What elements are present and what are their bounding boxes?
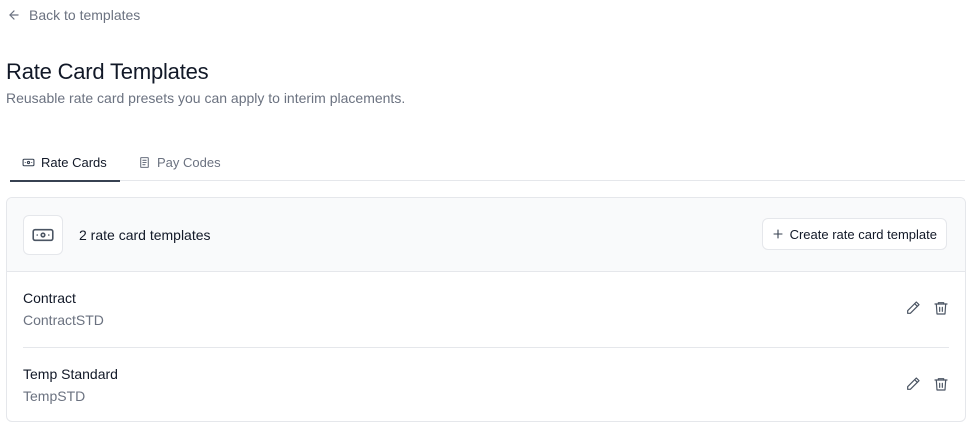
template-row-contract: Contract ContractSTD xyxy=(23,272,949,347)
create-button-label: Create rate card template xyxy=(789,226,937,242)
row-actions xyxy=(905,376,949,392)
pencil-icon xyxy=(907,377,920,390)
row-actions xyxy=(905,300,949,316)
pencil-icon xyxy=(907,301,920,314)
template-code: ContractSTD xyxy=(23,312,104,328)
tab-label: Rate Cards xyxy=(41,154,107,170)
tab-rate-cards[interactable]: Rate Cards xyxy=(10,143,120,182)
trash-icon xyxy=(934,378,948,391)
edit-template-button[interactable] xyxy=(905,376,921,392)
template-code: TempSTD xyxy=(23,388,86,404)
panel-header: 2 rate card templates Create rate card t… xyxy=(7,198,965,272)
receipt-icon xyxy=(140,156,149,168)
tab-pay-codes[interactable]: Pay Codes xyxy=(126,143,233,181)
template-name: Temp Standard xyxy=(23,366,118,382)
back-link-label: Back to templates xyxy=(29,7,141,23)
template-row-temp-standard: Temp Standard TempSTD xyxy=(23,347,949,421)
page-title: Rate Card Templates xyxy=(6,59,209,84)
plus-icon xyxy=(773,229,783,239)
delete-template-button[interactable] xyxy=(933,376,949,392)
rate-card-templates-panel: 2 rate card templates Create rate card t… xyxy=(6,197,966,422)
create-rate-card-template-button[interactable]: Create rate card template xyxy=(761,218,947,250)
template-name: Contract xyxy=(23,290,76,306)
tab-bar: Rate Cards Pay Codes xyxy=(10,143,965,182)
trash-icon xyxy=(934,302,948,315)
banknote-icon xyxy=(22,158,35,166)
delete-template-button[interactable] xyxy=(933,300,949,316)
panel-icon-box xyxy=(23,214,63,255)
back-to-templates-link[interactable]: Back to templates xyxy=(7,5,140,25)
page-subtitle: Reusable rate card presets you can apply… xyxy=(6,90,406,106)
arrow-left-icon xyxy=(9,10,19,20)
tab-label: Pay Codes xyxy=(157,154,221,170)
template-count: 2 rate card templates xyxy=(79,226,211,243)
edit-template-button[interactable] xyxy=(905,300,921,316)
banknote-icon xyxy=(32,228,54,241)
